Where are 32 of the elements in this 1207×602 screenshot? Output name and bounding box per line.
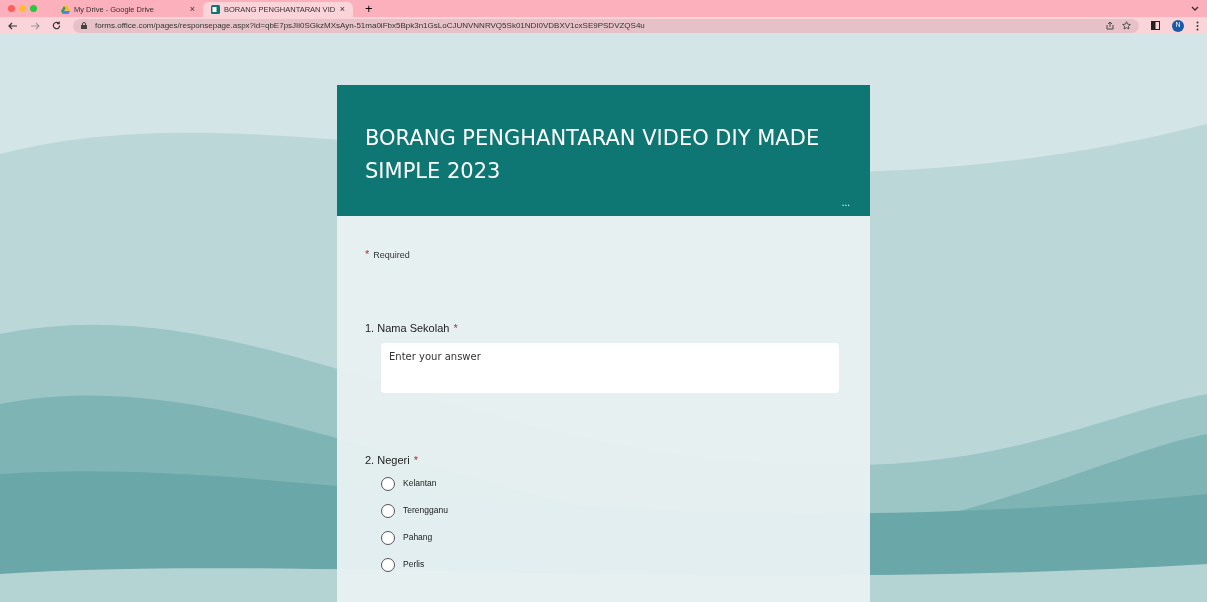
form-title: BORANG PENGHANTARAN VIDEO DIY MADE SIMPLE 2023 [365, 125, 821, 185]
new-tab-button[interactable]: + [365, 2, 373, 15]
required-mark: * [365, 249, 370, 260]
share-icon[interactable] [1106, 21, 1114, 30]
reload-icon[interactable] [52, 21, 61, 30]
radio-button[interactable] [381, 530, 395, 545]
sidebar-icon[interactable] [1151, 21, 1160, 30]
question-label: 1. Nama Sekolah [365, 320, 450, 336]
option-label: Kelantan [403, 477, 437, 490]
more-button[interactable]: ... [841, 195, 850, 210]
lock-icon [81, 22, 87, 29]
option-label: Pahang [403, 531, 433, 544]
required-mark: * [453, 320, 458, 336]
option-label: Perlis [403, 558, 425, 571]
radio-button[interactable] [381, 557, 395, 572]
option-label: Terengganu [403, 504, 448, 517]
required-note: Required [373, 249, 410, 262]
radio-button[interactable] [381, 476, 395, 491]
answer-field[interactable]: Enter your answer [381, 343, 839, 393]
address-bar[interactable]: forms.office.com/pages/responsepage.aspx?id=qbE7psJIi0SGkzMXsAyn-51ma0iFbx5Bpk3n1GsLoCJUNVNNRVQ5Sk01NDI0VDBXV1cxSE9PSDVZQS4u [73, 18, 1139, 33]
chevron-icon[interactable] [1191, 5, 1199, 12]
radio-button[interactable] [381, 503, 395, 518]
star-icon[interactable] [1122, 21, 1131, 30]
forms-icon [211, 5, 220, 14]
back-icon[interactable] [8, 21, 18, 30]
question-label: 2. Negeri [365, 453, 410, 468]
required-mark: * [413, 453, 418, 468]
tab-close-button[interactable]: × [339, 2, 345, 17]
tab-close-button[interactable]: × [189, 2, 195, 17]
triangle-icon [61, 5, 70, 14]
menu-icon[interactable] [1196, 20, 1199, 31]
url-text: forms.office.com/pages/responsepage.aspx?id=qbE7psJIi0SGkzMXsAyn-51ma0iFbx5Bpk3n1GsLoCJUNVNNRVQ5Sk01NDI0VDBXV1cxSE9PSDVZQS4u [95, 19, 645, 32]
